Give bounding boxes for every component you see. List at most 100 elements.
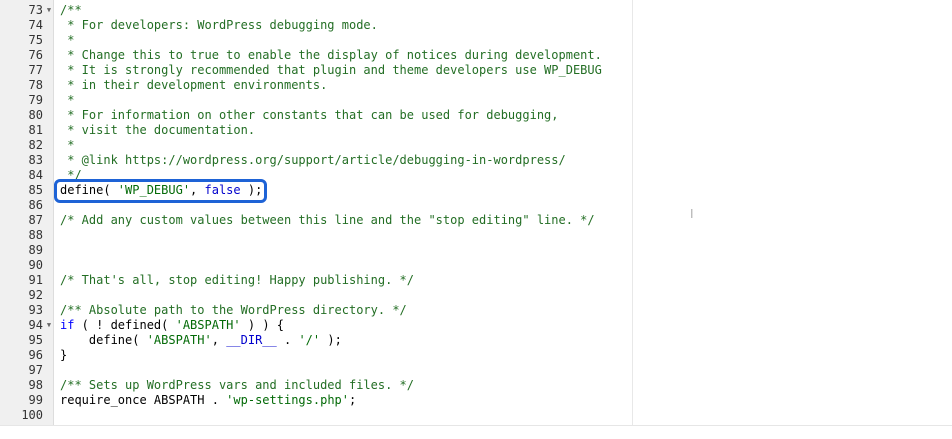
line-number: 96 <box>28 348 43 362</box>
code-text: /* Add any custom values between this li… <box>60 213 595 228</box>
line-number: 80 <box>28 108 43 122</box>
line-number: 73 <box>28 3 43 17</box>
code-token: * in their development environments. <box>60 78 328 92</box>
code-token: 'ABSPATH' <box>175 318 241 332</box>
code-line[interactable]: 97 <box>0 363 630 378</box>
line-number: 92 <box>28 288 43 302</box>
line-number: 89 <box>28 243 43 257</box>
code-line[interactable]: 91 /* That's all, stop editing! Happy pub… <box>0 273 630 288</box>
line-number: 74 <box>28 18 43 32</box>
code-token: /* Add any custom values between this li… <box>60 213 595 227</box>
code-text: /* That's all, stop editing! Happy publi… <box>60 273 414 288</box>
code-token: * <box>60 33 75 47</box>
code-line[interactable]: 78 * in their development environments. <box>0 78 630 93</box>
code-token: ( ! defined( <box>74 318 176 332</box>
code-line[interactable]: 80 * For information on other constants … <box>0 108 630 123</box>
code-line[interactable]: 89 <box>0 243 630 258</box>
code-line[interactable]: 96} <box>0 348 630 363</box>
code-text: * For developers: WordPress debugging mo… <box>60 18 378 33</box>
code-line[interactable]: 87 /* Add any custom values between this … <box>0 213 630 228</box>
code-line[interactable]: 83 * @link https://wordpress.org/support… <box>0 153 630 168</box>
line-number: 91 <box>28 273 43 287</box>
line-number: 77 <box>28 63 43 77</box>
code-text: require_once ABSPATH . 'wp-settings.php'… <box>60 393 356 408</box>
code-text: /** Absolute path to the WordPress direc… <box>60 303 407 318</box>
code-token: if <box>60 318 75 332</box>
line-number: 87 <box>28 213 43 227</box>
line-number: 79 <box>28 93 43 107</box>
code-line[interactable]: 81 * visit the documentation. <box>0 123 630 138</box>
code-token: * Change this to true to enable the disp… <box>60 48 602 62</box>
code-token: * @link https://wordpress.org/support/ar… <box>60 153 566 167</box>
line-number: 85 <box>28 183 43 197</box>
code-token: 'ABSPATH' <box>146 333 212 347</box>
code-token: ; <box>349 393 357 407</box>
line-number: 82 <box>28 138 43 152</box>
line-number: 75 <box>28 33 43 47</box>
code-text: * visit the documentation. <box>60 123 255 138</box>
line-number: 90 <box>28 258 43 272</box>
code-text: /** Sets up WordPress vars and included … <box>60 378 414 393</box>
code-line[interactable]: 100 <box>0 408 630 423</box>
fold-arrow-icon[interactable]: ▼ <box>45 3 53 18</box>
code-token: /** Absolute path to the WordPress direc… <box>60 303 407 317</box>
code-line[interactable]: 99 require_once ABSPATH . 'wp-settings.ph… <box>0 393 630 408</box>
code-text: * <box>60 138 74 153</box>
code-line[interactable]: 74 * For developers: WordPress debugging… <box>0 18 630 33</box>
code-line[interactable]: 76 * Change this to true to enable the d… <box>0 48 630 63</box>
line-number: 86 <box>28 198 43 212</box>
code-token: 'wp-settings.php' <box>226 393 349 407</box>
line-number: 84 <box>28 168 43 182</box>
line-number: 97 <box>28 363 43 377</box>
code-token: ); <box>320 333 342 347</box>
code-line[interactable]: 77 * It is strongly recommended that plu… <box>0 63 630 78</box>
code-line[interactable]: 92 <box>0 288 630 303</box>
debug-line-highlight <box>54 179 267 203</box>
code-line[interactable]: 88 <box>0 228 630 243</box>
code-text: * For information on other constants tha… <box>60 108 558 123</box>
line-number: 78 <box>28 78 43 92</box>
code-line[interactable]: 73 ▼ /** <box>0 3 630 18</box>
line-number: 76 <box>28 48 43 62</box>
code-line[interactable]: 75 * <box>0 33 630 48</box>
code-token: * For developers: WordPress debugging mo… <box>60 18 378 32</box>
line-number: 88 <box>28 228 43 242</box>
code-token: __DIR__ <box>226 333 277 347</box>
fold-arrow-icon[interactable]: ▼ <box>45 318 53 333</box>
line-number: 99 <box>28 393 43 407</box>
code-token: ) ) { <box>240 318 284 332</box>
horizontal-scrollbar[interactable] <box>0 425 952 439</box>
code-token: * visit the documentation. <box>60 123 256 137</box>
code-text: } <box>60 348 67 363</box>
code-line[interactable]: 98 /** Sets up WordPress vars and include… <box>0 378 630 393</box>
line-number: 95 <box>28 333 43 347</box>
line-number: 98 <box>28 378 43 392</box>
code-token: '/' <box>298 333 321 347</box>
code-token: * <box>60 93 75 107</box>
code-text: * It is strongly recommended that plugin… <box>60 63 602 78</box>
code-token: } <box>60 348 68 362</box>
code-line[interactable]: 94 ▼ if ( ! defined( 'ABSPATH' ) ) { <box>0 318 630 333</box>
code-line[interactable]: 95 define( 'ABSPATH', __DIR__ . '/' ); <box>0 333 630 348</box>
code-text: if ( ! defined( 'ABSPATH' ) ) { <box>60 318 284 333</box>
line-number: 93 <box>28 303 43 317</box>
code-text: * Change this to true to enable the disp… <box>60 48 602 63</box>
code-token: . <box>276 333 299 347</box>
code-line[interactable]: 82 * <box>0 138 630 153</box>
code-token: * It is strongly recommended that plugin… <box>60 63 602 77</box>
code-text: define( 'ABSPATH', __DIR__ . '/' ); <box>60 333 342 348</box>
line-number: 83 <box>28 153 43 167</box>
code-text: * <box>60 93 74 108</box>
code-line[interactable]: 79 * <box>0 93 630 108</box>
code-text: * in their development environments. <box>60 78 327 93</box>
line-number: 100 <box>21 408 43 422</box>
code-token: /** <box>60 3 82 17</box>
code-token: , <box>211 333 227 347</box>
code-token: require_once ABSPATH . <box>60 393 227 407</box>
code-text: * @link https://wordpress.org/support/ar… <box>60 153 566 168</box>
code-text: /** <box>60 3 82 18</box>
line-number: 81 <box>28 123 43 137</box>
code-editor[interactable]: 73 ▼/** 74 * For developers: WordPress deb… <box>0 0 952 425</box>
code-line[interactable]: 93 /** Absolute path to the WordPress dir… <box>0 303 630 318</box>
code-line[interactable]: 90 <box>0 258 630 273</box>
